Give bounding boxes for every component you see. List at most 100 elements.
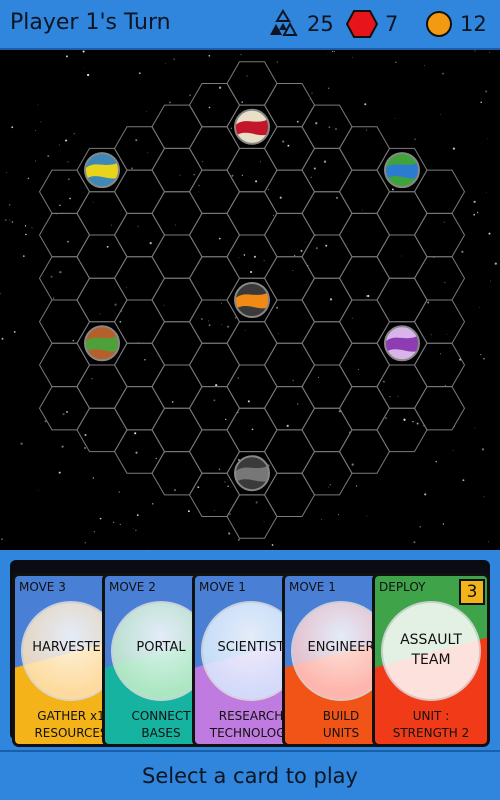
hex-tile[interactable]: [301, 364, 353, 409]
hex-tile[interactable]: [226, 407, 278, 453]
hex-tile[interactable]: [188, 169, 241, 214]
yellow-planet[interactable]: [82, 152, 122, 189]
hex-tile[interactable]: [151, 364, 203, 409]
hex-tile[interactable]: [263, 126, 316, 171]
hex-tile[interactable]: [151, 104, 203, 149]
hex-tile[interactable]: [188, 126, 241, 171]
hex-map[interactable]: [0, 50, 500, 550]
hex-tile[interactable]: [226, 147, 278, 193]
star: [59, 270, 62, 274]
hex-tile[interactable]: [113, 299, 166, 344]
star: [227, 485, 229, 488]
hex-tile[interactable]: [376, 234, 428, 279]
hex-tile[interactable]: [76, 364, 128, 409]
hex-tile[interactable]: [226, 61, 278, 106]
hex-tile[interactable]: [263, 342, 316, 388]
hex-tile[interactable]: [151, 321, 203, 366]
hex-tile[interactable]: [38, 256, 91, 301]
hex-tile[interactable]: [76, 234, 128, 279]
hex-tile[interactable]: [301, 191, 353, 236]
hex-tile[interactable]: [376, 191, 428, 236]
hex-tile[interactable]: [226, 494, 278, 539]
hex-tile[interactable]: [338, 299, 391, 344]
orange-planet[interactable]: [232, 282, 272, 318]
hex-tile[interactable]: [301, 451, 353, 496]
hex-tile[interactable]: [376, 277, 428, 323]
green-planet[interactable]: [82, 325, 122, 362]
hex-tile[interactable]: [263, 169, 316, 214]
hex-tile[interactable]: [113, 386, 166, 431]
hex-tile[interactable]: [188, 342, 241, 388]
star: [452, 147, 456, 150]
hex-tile[interactable]: [413, 169, 466, 214]
hex-tile[interactable]: [188, 299, 241, 344]
hex-tile[interactable]: [76, 407, 128, 453]
hex-tile[interactable]: [151, 147, 203, 193]
hex-tile[interactable]: [338, 212, 391, 258]
hex-tile[interactable]: [413, 256, 466, 301]
hex-tile[interactable]: [338, 386, 391, 431]
hex-tile[interactable]: [226, 321, 278, 366]
hex-tile[interactable]: [76, 277, 128, 323]
hex-tile[interactable]: [38, 386, 91, 431]
hex-tile[interactable]: [338, 342, 391, 388]
hex-tile[interactable]: [38, 299, 91, 344]
hex-tile[interactable]: [301, 321, 353, 366]
hex-tile[interactable]: [113, 169, 166, 214]
hex-tile[interactable]: [38, 169, 91, 214]
hex-tile[interactable]: [113, 126, 166, 171]
hex-tile[interactable]: [376, 407, 428, 453]
hex-tile[interactable]: [188, 429, 241, 474]
hex-tile[interactable]: [151, 191, 203, 236]
hex-tile[interactable]: [301, 147, 353, 193]
hex-tile[interactable]: [113, 429, 166, 474]
hex-tile[interactable]: [338, 256, 391, 301]
hex-tile[interactable]: [263, 83, 316, 128]
hex-tile[interactable]: [188, 386, 241, 431]
hex-tile[interactable]: [301, 234, 353, 279]
hex-tile[interactable]: [226, 364, 278, 409]
hex-tile[interactable]: [151, 407, 203, 453]
star: [65, 139, 68, 142]
hex-tile[interactable]: [413, 386, 466, 431]
gray-planet[interactable]: [232, 455, 272, 492]
hex-tile[interactable]: [188, 212, 241, 258]
hex-tile[interactable]: [113, 212, 166, 258]
hex-tile[interactable]: [151, 234, 203, 279]
hex-tile[interactable]: [413, 299, 466, 344]
hex-tile[interactable]: [263, 299, 316, 344]
hex-tile[interactable]: [151, 277, 203, 323]
star: [462, 479, 465, 482]
star: [276, 306, 279, 309]
hex-tile[interactable]: [413, 212, 466, 258]
hex-tile[interactable]: [263, 386, 316, 431]
purple-planet[interactable]: [382, 325, 422, 362]
hex-tile[interactable]: [226, 191, 278, 236]
card-assault-team[interactable]: DEPLOY ASSAULT TEAM UNIT : STRENGTH 2 3: [372, 573, 490, 747]
blue-planet[interactable]: [382, 152, 422, 189]
hex-tile[interactable]: [263, 472, 316, 517]
hex-tile[interactable]: [301, 104, 353, 149]
hex-tile[interactable]: [338, 169, 391, 214]
hex-tile[interactable]: [263, 212, 316, 258]
hex-tile[interactable]: [413, 342, 466, 388]
red-planet[interactable]: [232, 108, 272, 145]
hex-tile[interactable]: [338, 429, 391, 474]
hex-tile[interactable]: [301, 407, 353, 453]
star: [442, 72, 444, 75]
game-board[interactable]: [0, 50, 500, 550]
hex-tile[interactable]: [38, 212, 91, 258]
hex-tile[interactable]: [113, 342, 166, 388]
hex-tile[interactable]: [338, 126, 391, 171]
hex-tile[interactable]: [301, 277, 353, 323]
hex-tile[interactable]: [151, 451, 203, 496]
hex-tile[interactable]: [38, 342, 91, 388]
hex-tile[interactable]: [263, 429, 316, 474]
hex-tile[interactable]: [76, 191, 128, 236]
hex-tile[interactable]: [263, 256, 316, 301]
hex-tile[interactable]: [113, 256, 166, 301]
hex-tile[interactable]: [188, 83, 241, 128]
hex-tile[interactable]: [376, 364, 428, 409]
card-cost-badge: 3: [459, 579, 485, 605]
hex-tile[interactable]: [188, 256, 241, 301]
